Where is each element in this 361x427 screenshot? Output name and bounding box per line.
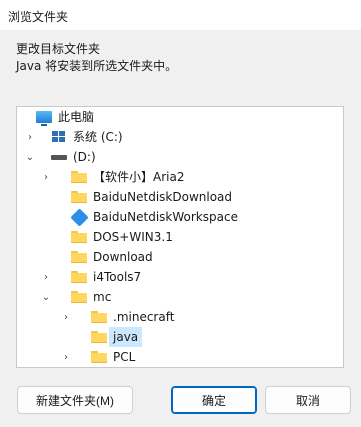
folder-icon (70, 287, 88, 307)
ok-button[interactable]: 确定 (171, 386, 257, 414)
title-bar: 浏览文件夹 (0, 0, 361, 30)
instructions: 更改目标文件夹 Java 将安装到所选文件夹中。 (16, 41, 177, 75)
tree-item[interactable]: Download (18, 247, 342, 267)
chevron-down-icon[interactable]: ⌄ (24, 147, 36, 167)
tree-item-label: java (109, 327, 143, 347)
tree-item[interactable]: › PCL (18, 347, 342, 367)
tree-item[interactable]: ⌄ mc (18, 287, 342, 307)
tree-item-label: BaiduNetdiskWorkspace (93, 210, 238, 224)
tree-item[interactable]: › .minecraft (18, 307, 342, 327)
chevron-right-icon[interactable]: › (60, 347, 72, 367)
folder-icon (90, 347, 108, 367)
chevron-down-icon[interactable]: ⌄ (40, 287, 52, 307)
tree-item-label: (D:) (73, 150, 96, 164)
tree-item-label: Download (93, 250, 153, 264)
new-folder-button[interactable]: 新建文件夹(M) (17, 386, 133, 414)
folder-icon (70, 267, 88, 287)
folder-icon (90, 327, 108, 347)
tree-item[interactable]: › 【软件小】Aria2 (18, 167, 342, 187)
tree-item[interactable]: java (18, 327, 342, 347)
tree-item[interactable]: BaiduNetdiskWorkspace (18, 207, 342, 227)
window-title: 浏览文件夹 (8, 10, 69, 24)
instruction-text: Java 将安装到所选文件夹中。 (16, 59, 178, 73)
folder-icon (70, 227, 88, 247)
chevron-right-icon[interactable]: › (40, 167, 52, 187)
tree-item-label: 系统 (C:) (73, 130, 123, 144)
tree-item[interactable]: › i4Tools7 (18, 267, 342, 287)
tree-item-label: BaiduNetdiskDownload (93, 190, 233, 204)
tree-item-label: DOS+WIN3.1 (93, 230, 173, 244)
tree-item-label: .minecraft (113, 310, 175, 324)
folder-icon (90, 307, 108, 327)
chevron-right-icon[interactable]: › (60, 307, 72, 327)
computer-icon (35, 107, 53, 127)
drive-icon (50, 147, 68, 167)
tree-item[interactable]: BaiduNetdiskDownload (18, 187, 342, 207)
tree-item-label: PCL (113, 350, 136, 364)
folder-icon (70, 167, 88, 187)
folder-icon (70, 247, 88, 267)
baidu-netdisk-icon (69, 207, 89, 227)
folder-tree[interactable]: 此电脑 › 系统 (C:) ⌄ (D:) › 【软件小】Aria2 BaiduNetdiskD… (16, 106, 344, 368)
tree-item[interactable]: › 系统 (C:) (18, 127, 342, 147)
folder-icon (70, 187, 88, 207)
chevron-right-icon[interactable]: › (24, 127, 36, 147)
tree-item[interactable]: 此电脑 (18, 107, 342, 127)
instruction-heading: 更改目标文件夹 (16, 42, 101, 56)
chevron-right-icon[interactable]: › (40, 267, 52, 287)
tree-item[interactable]: DOS+WIN3.1 (18, 227, 342, 247)
tree-item-label: i4Tools7 (93, 270, 142, 284)
cancel-button[interactable]: 取消 (265, 386, 351, 414)
windows-drive-icon (50, 127, 68, 147)
tree-item[interactable]: ⌄ (D:) (18, 147, 342, 167)
tree-item-label: 此电脑 (58, 110, 95, 124)
tree-item-label: 【软件小】Aria2 (93, 170, 185, 184)
tree-item-label: mc (93, 290, 112, 304)
